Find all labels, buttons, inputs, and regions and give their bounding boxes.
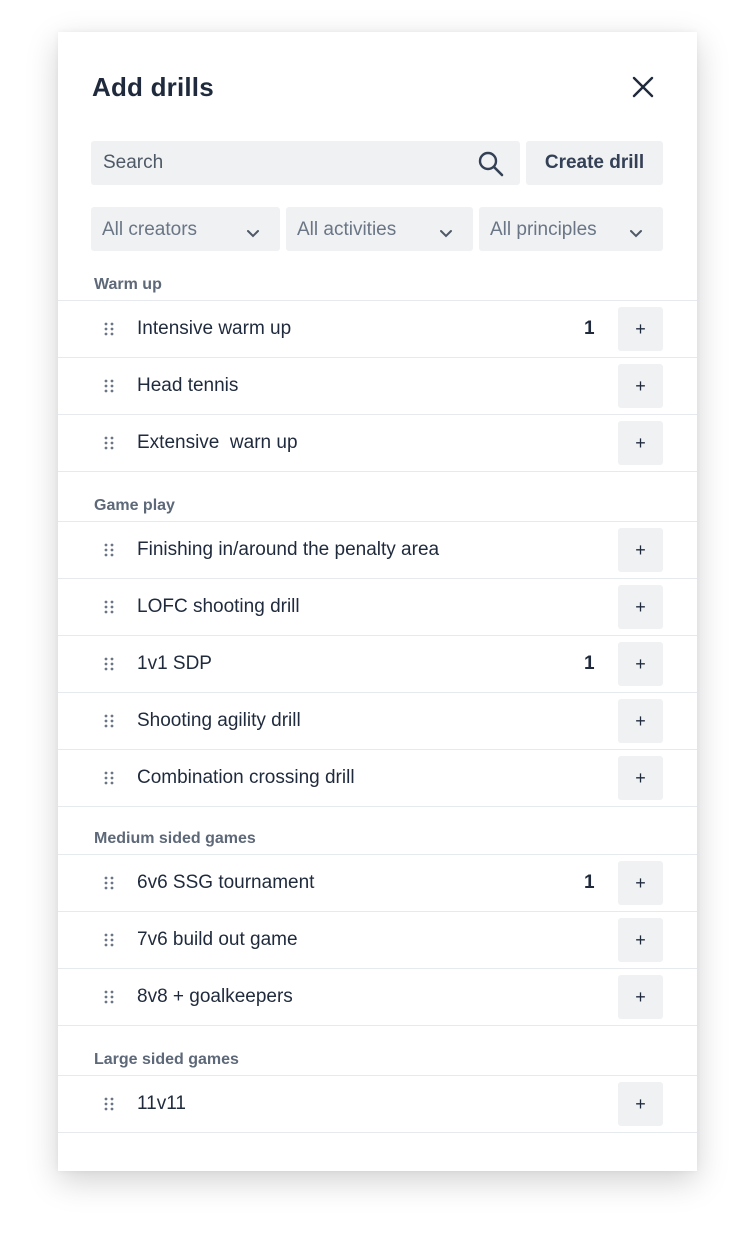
drill-count: 1	[584, 872, 595, 893]
add-drill-button[interactable]: +	[618, 975, 663, 1019]
filter-creators-label: All creators	[102, 219, 198, 240]
drill-name: Extensive warn up	[137, 432, 298, 453]
add-drill-button[interactable]: +	[618, 421, 663, 465]
drag-handle-icon[interactable]	[104, 989, 114, 1005]
add-drill-button[interactable]: +	[618, 307, 663, 351]
add-drill-button[interactable]: +	[618, 642, 663, 686]
drill-row[interactable]: 8v8 + goalkeepers +	[58, 968, 697, 1026]
create-drill-button[interactable]: Create drill	[526, 141, 663, 185]
drag-handle-icon[interactable]	[104, 599, 114, 615]
drill-row[interactable]: 6v6 SSG tournament 1 +	[58, 854, 697, 911]
add-drill-button[interactable]: +	[618, 918, 663, 962]
add-drill-button[interactable]: +	[618, 756, 663, 800]
drill-name: Head tennis	[137, 375, 239, 396]
drill-row[interactable]: Intensive warm up 1 +	[58, 300, 697, 357]
search-icon[interactable]	[477, 150, 505, 178]
drill-count: 1	[584, 318, 595, 339]
drill-name: LOFC shooting drill	[137, 596, 300, 617]
drill-row[interactable]: Combination crossing drill +	[58, 749, 697, 807]
drill-row[interactable]: LOFC shooting drill +	[58, 578, 697, 635]
add-drill-button[interactable]: +	[618, 528, 663, 572]
section-medium-sided-games: Medium sided games	[94, 830, 256, 847]
add-drills-dialog: Add drills Create drill All creators All…	[58, 32, 697, 1171]
search-box	[91, 141, 520, 185]
drag-handle-icon[interactable]	[104, 378, 114, 394]
drill-name: 6v6 SSG tournament	[137, 872, 315, 893]
drill-row[interactable]: Shooting agility drill +	[58, 692, 697, 749]
filter-principles[interactable]: All principles	[479, 207, 663, 251]
drill-name: 8v8 + goalkeepers	[137, 986, 293, 1007]
section-game-play: Game play	[94, 497, 175, 514]
drag-handle-icon[interactable]	[104, 1096, 114, 1112]
drill-count: 1	[584, 653, 595, 674]
filter-activities-label: All activities	[297, 219, 397, 240]
drag-handle-icon[interactable]	[104, 435, 114, 451]
drag-handle-icon[interactable]	[104, 713, 114, 729]
add-drill-button[interactable]: +	[618, 364, 663, 408]
close-icon[interactable]	[628, 72, 658, 102]
chevron-down-icon	[629, 223, 643, 238]
section-large-sided-games: Large sided games	[94, 1051, 239, 1068]
drill-name: 1v1 SDP	[137, 653, 212, 674]
chevron-down-icon	[439, 223, 453, 238]
drag-handle-icon[interactable]	[104, 542, 114, 558]
section-warm-up: Warm up	[94, 276, 162, 293]
drill-name: 7v6 build out game	[137, 929, 298, 950]
filter-activities[interactable]: All activities	[286, 207, 473, 251]
drill-name: Intensive warm up	[137, 318, 292, 339]
drag-handle-icon[interactable]	[104, 932, 114, 948]
add-drill-button[interactable]: +	[618, 585, 663, 629]
dialog-title: Add drills	[92, 72, 214, 102]
drag-handle-icon[interactable]	[104, 321, 114, 337]
drag-handle-icon[interactable]	[104, 656, 114, 672]
search-input[interactable]	[91, 141, 473, 185]
drill-row[interactable]: Head tennis +	[58, 357, 697, 414]
drill-name: Combination crossing drill	[137, 767, 355, 788]
drill-row[interactable]: Extensive warn up +	[58, 414, 697, 472]
drill-name: Shooting agility drill	[137, 710, 301, 731]
drill-name: 11v11	[137, 1093, 186, 1114]
add-drill-button[interactable]: +	[618, 1082, 663, 1126]
filter-principles-label: All principles	[490, 219, 597, 240]
drill-row[interactable]: 1v1 SDP 1 +	[58, 635, 697, 692]
add-drill-button[interactable]: +	[618, 861, 663, 905]
drill-row[interactable]: 11v11 +	[58, 1075, 697, 1133]
drill-row[interactable]: Finishing in/around the penalty area +	[58, 521, 697, 578]
drag-handle-icon[interactable]	[104, 770, 114, 786]
chevron-down-icon	[246, 223, 260, 238]
drill-row[interactable]: 7v6 build out game +	[58, 911, 697, 968]
add-drill-button[interactable]: +	[618, 699, 663, 743]
filter-creators[interactable]: All creators	[91, 207, 280, 251]
drill-name: Finishing in/around the penalty area	[137, 539, 440, 560]
drag-handle-icon[interactable]	[104, 875, 114, 891]
